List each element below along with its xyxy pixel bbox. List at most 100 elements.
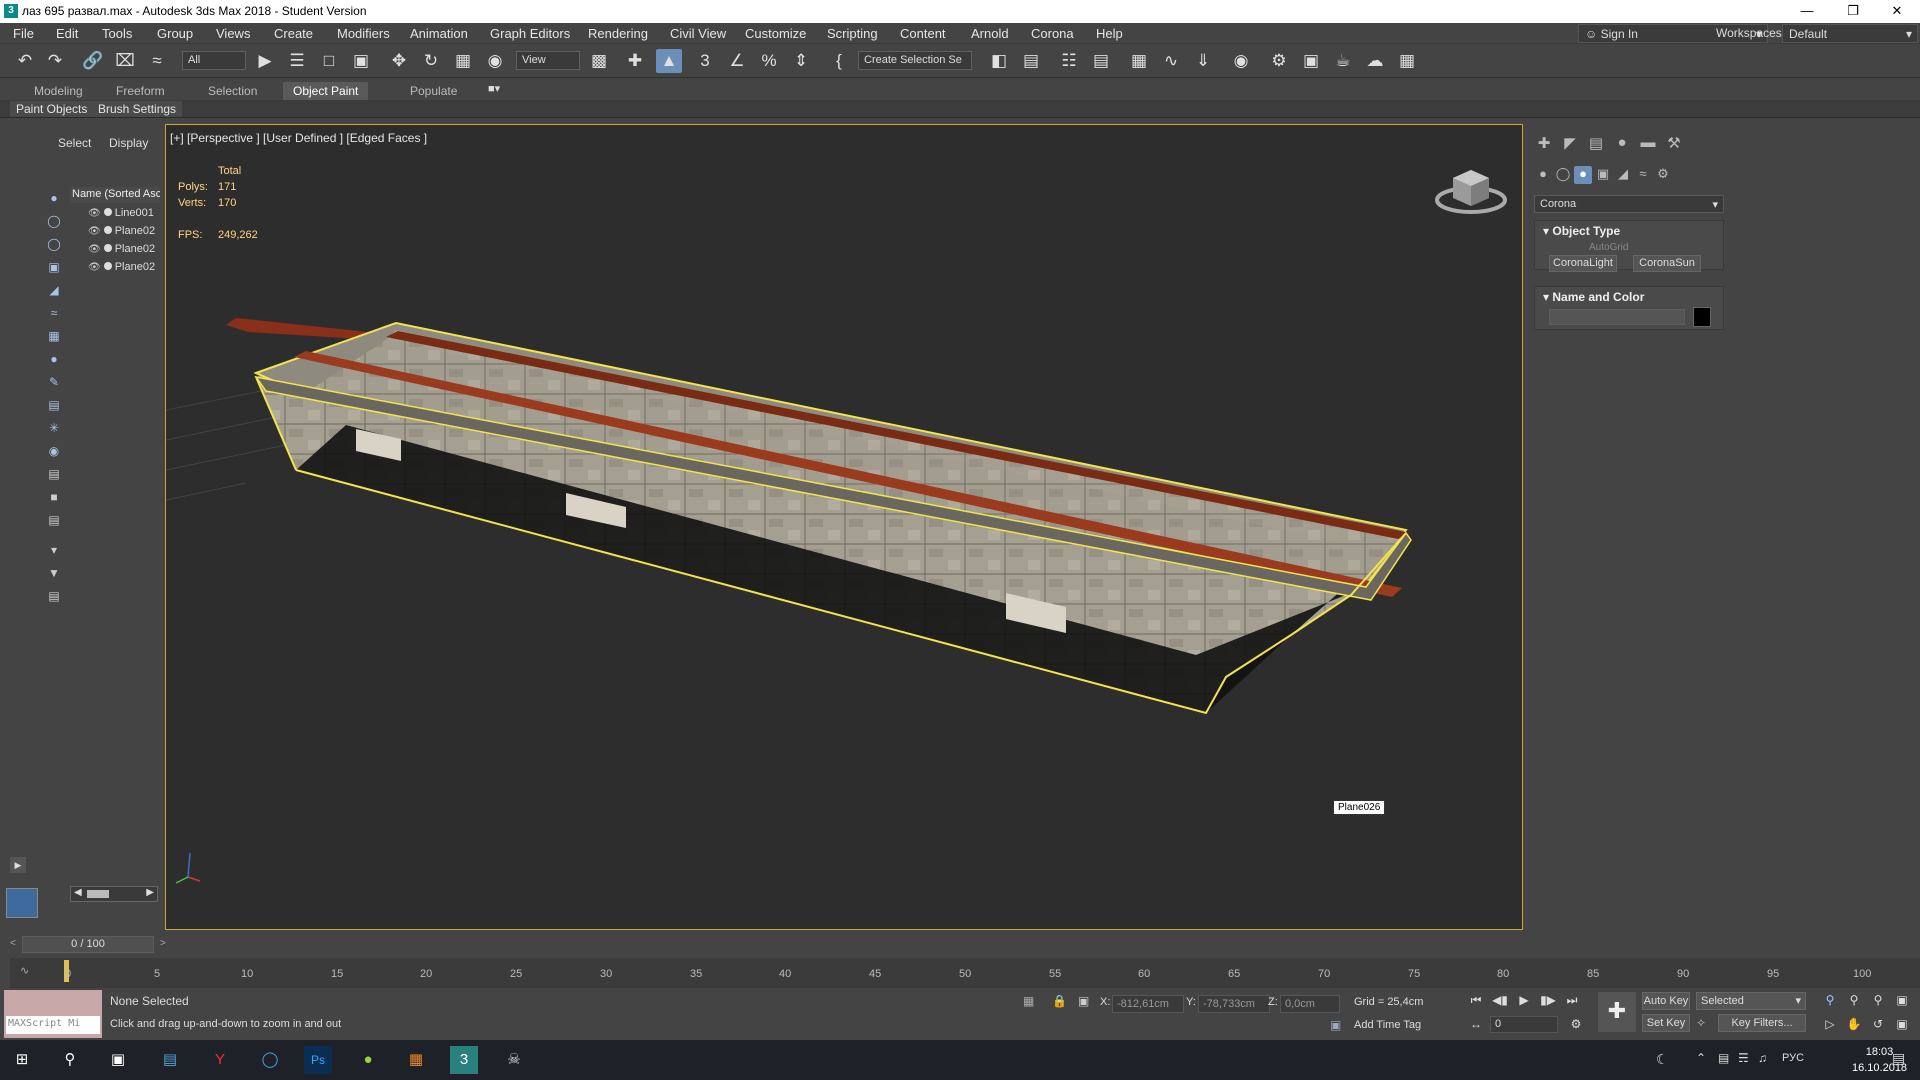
select-object-icon[interactable]: ▶ xyxy=(252,49,278,73)
wifi-icon[interactable]: ☴ xyxy=(1738,1051,1749,1065)
menu-civil-view[interactable]: Civil View xyxy=(670,26,726,41)
keyboard-shortcut-override-icon[interactable]: ▲ xyxy=(656,49,682,73)
lights-icon[interactable]: ● xyxy=(1574,166,1592,184)
shapes-icon[interactable]: ◯ xyxy=(1554,166,1572,184)
app-icon[interactable]: ● xyxy=(354,1046,382,1074)
key-selection-select[interactable]: Selected ▾ xyxy=(1696,992,1806,1010)
menu-rendering[interactable]: Rendering xyxy=(588,26,648,41)
groups-filter-icon[interactable]: ▦ xyxy=(44,326,64,346)
selection-lock-icon[interactable]: 🔒 xyxy=(1052,994,1067,1008)
3dsmax-taskbar-icon[interactable]: 3 xyxy=(450,1046,478,1074)
mirror-icon[interactable]: ◧ xyxy=(986,49,1012,73)
name-and-color-header[interactable]: ▾ Name and Color xyxy=(1535,287,1723,307)
freeze-dot[interactable] xyxy=(103,226,112,234)
set-key-icon[interactable]: ✚ xyxy=(1598,992,1636,1032)
list-item[interactable]: 👁 Plane02 xyxy=(88,243,160,259)
isolate-selection-icon[interactable]: ▦ xyxy=(1023,994,1034,1008)
hierarchy-tab-icon[interactable]: ▤ xyxy=(1586,134,1606,154)
brush-settings-panel[interactable]: Brush Settings xyxy=(92,101,183,117)
track-bar[interactable]: ∿ 0 5 10 15 20 25 30 35 40 45 50 55 60 6… xyxy=(10,958,1920,988)
chevron-left-icon[interactable]: < xyxy=(10,938,16,949)
funnel-icon[interactable]: ▾ xyxy=(44,540,64,560)
orbit-icon[interactable]: ↺ xyxy=(1868,1014,1888,1034)
select-by-name-icon[interactable]: ☰ xyxy=(284,49,310,73)
current-frame-spinner[interactable]: 0 xyxy=(1490,1016,1558,1033)
coronalight-button[interactable]: CoronaLight xyxy=(1549,255,1617,272)
time-slider[interactable]: < 0 / 100 > xyxy=(10,936,1920,954)
menu-edit[interactable]: Edit xyxy=(56,26,78,41)
object-color-swatch[interactable] xyxy=(1693,307,1711,327)
menu-modifiers[interactable]: Modifiers xyxy=(337,26,390,41)
lights-filter-icon[interactable]: ◯ xyxy=(44,234,64,254)
menu-content[interactable]: Content xyxy=(900,26,946,41)
volume-icon[interactable]: ♫ xyxy=(1758,1051,1767,1065)
spacewarps-filter-icon[interactable]: ≈ xyxy=(44,303,64,323)
absolute-mode-icon[interactable]: ▣ xyxy=(1078,994,1089,1008)
menu-tools[interactable]: Tools xyxy=(102,26,132,41)
close-button[interactable]: ✕ xyxy=(1874,0,1920,23)
tab-object-paint[interactable]: Object Paint xyxy=(283,82,369,100)
chevron-up-icon[interactable]: ⌃ xyxy=(1696,1051,1706,1065)
helpers-filter-icon[interactable]: ◢ xyxy=(44,280,64,300)
selection-filter-select[interactable]: All xyxy=(182,51,246,70)
named-selection-set-select[interactable]: Create Selection Se xyxy=(858,51,972,70)
pivot-center-icon[interactable]: ▩ xyxy=(586,49,612,73)
tab-populate[interactable]: Populate xyxy=(400,82,467,100)
expand-arrow-icon[interactable]: ▶ xyxy=(10,857,26,873)
chevron-right-icon[interactable]: ▶ xyxy=(146,887,154,898)
material-editor-icon[interactable]: ◉ xyxy=(1228,49,1254,73)
object-type-header[interactable]: ▾ Object Type xyxy=(1535,221,1723,241)
rect-selection-icon[interactable]: □ xyxy=(316,49,342,73)
shapes-filter-icon[interactable]: ◯ xyxy=(44,211,64,231)
spinner-snap-icon[interactable]: ⇕ xyxy=(788,49,814,73)
freeze-dot[interactable] xyxy=(103,262,112,270)
redo-icon[interactable]: ↷ xyxy=(42,49,68,73)
tab-freeform[interactable]: Freeform xyxy=(106,82,175,100)
rendered-frame-window-icon[interactable]: ▣ xyxy=(1298,49,1324,73)
render-setup-icon[interactable]: ⚙ xyxy=(1266,49,1292,73)
unlink-icon[interactable]: ⌧ xyxy=(112,49,138,73)
object-name-field[interactable] xyxy=(1549,309,1685,325)
systems-icon[interactable]: ⚙ xyxy=(1654,166,1672,184)
key-mode-icon[interactable]: ↔ xyxy=(1466,1014,1486,1034)
percent-snap-icon[interactable]: % xyxy=(756,49,782,73)
workspaces-select[interactable]: Default ▾ xyxy=(1782,24,1918,43)
go-to-end-icon[interactable]: ⏭ xyxy=(1562,990,1582,1010)
list-item[interactable]: 👁 Plane02 xyxy=(88,261,160,277)
menu-graph-editors[interactable]: Graph Editors xyxy=(490,26,570,41)
zoom-extents-icon[interactable]: ⚲ xyxy=(1868,990,1888,1010)
frozen-filter-icon[interactable]: ◉ xyxy=(44,441,64,461)
time-configuration-icon[interactable]: ⚙ xyxy=(1566,1014,1586,1034)
window-crossing-icon[interactable]: ▣ xyxy=(348,49,374,73)
layer-color-swatch[interactable] xyxy=(6,888,38,918)
people-icon[interactable]: ☾ xyxy=(1656,1051,1669,1068)
bind-space-warp-icon[interactable]: ≈ xyxy=(144,49,170,73)
edit-named-selection-icon[interactable]: { xyxy=(826,49,852,73)
x-coordinate-field[interactable]: -812,61cm xyxy=(1112,995,1184,1013)
list-item[interactable]: 👁 Line001 xyxy=(88,207,160,223)
display-tab-icon[interactable]: ▬ xyxy=(1638,134,1658,154)
eye-icon[interactable]: 👁 xyxy=(88,208,101,219)
menu-corona[interactable]: Corona xyxy=(1031,26,1074,41)
none-filter-icon[interactable]: ▤ xyxy=(44,510,64,530)
mini-curve-editor-icon[interactable]: ∿ xyxy=(20,964,29,977)
menu-file[interactable]: File xyxy=(13,26,34,41)
field-of-view-icon[interactable]: ▷ xyxy=(1820,1014,1840,1034)
search-icon[interactable]: ⚲ xyxy=(56,1046,84,1074)
filter-icon[interactable]: ▼ xyxy=(44,563,64,583)
maximize-viewport-icon[interactable]: ▣ xyxy=(1892,1014,1912,1034)
menu-help[interactable]: Help xyxy=(1096,26,1123,41)
tab-modeling[interactable]: Modeling xyxy=(24,82,93,100)
motion-tab-icon[interactable]: ● xyxy=(1612,134,1632,154)
spacewarps-icon[interactable]: ≈ xyxy=(1634,166,1652,184)
ribbon-options-icon[interactable]: ■▾ xyxy=(488,82,500,95)
move-icon[interactable]: ✥ xyxy=(386,49,412,73)
hidden-filter-icon[interactable]: ▤ xyxy=(44,464,64,484)
reference-coord-select[interactable]: View xyxy=(516,51,580,70)
undo-icon[interactable]: ↶ xyxy=(12,49,38,73)
link-icon[interactable]: 🔗 xyxy=(80,49,106,73)
list-item[interactable]: 👁 Plane02 xyxy=(88,225,160,241)
archive-icon[interactable]: ▦ xyxy=(402,1046,430,1074)
freeze-dot[interactable] xyxy=(103,244,112,252)
time-tag-icon[interactable]: ▣ xyxy=(1330,1018,1341,1032)
